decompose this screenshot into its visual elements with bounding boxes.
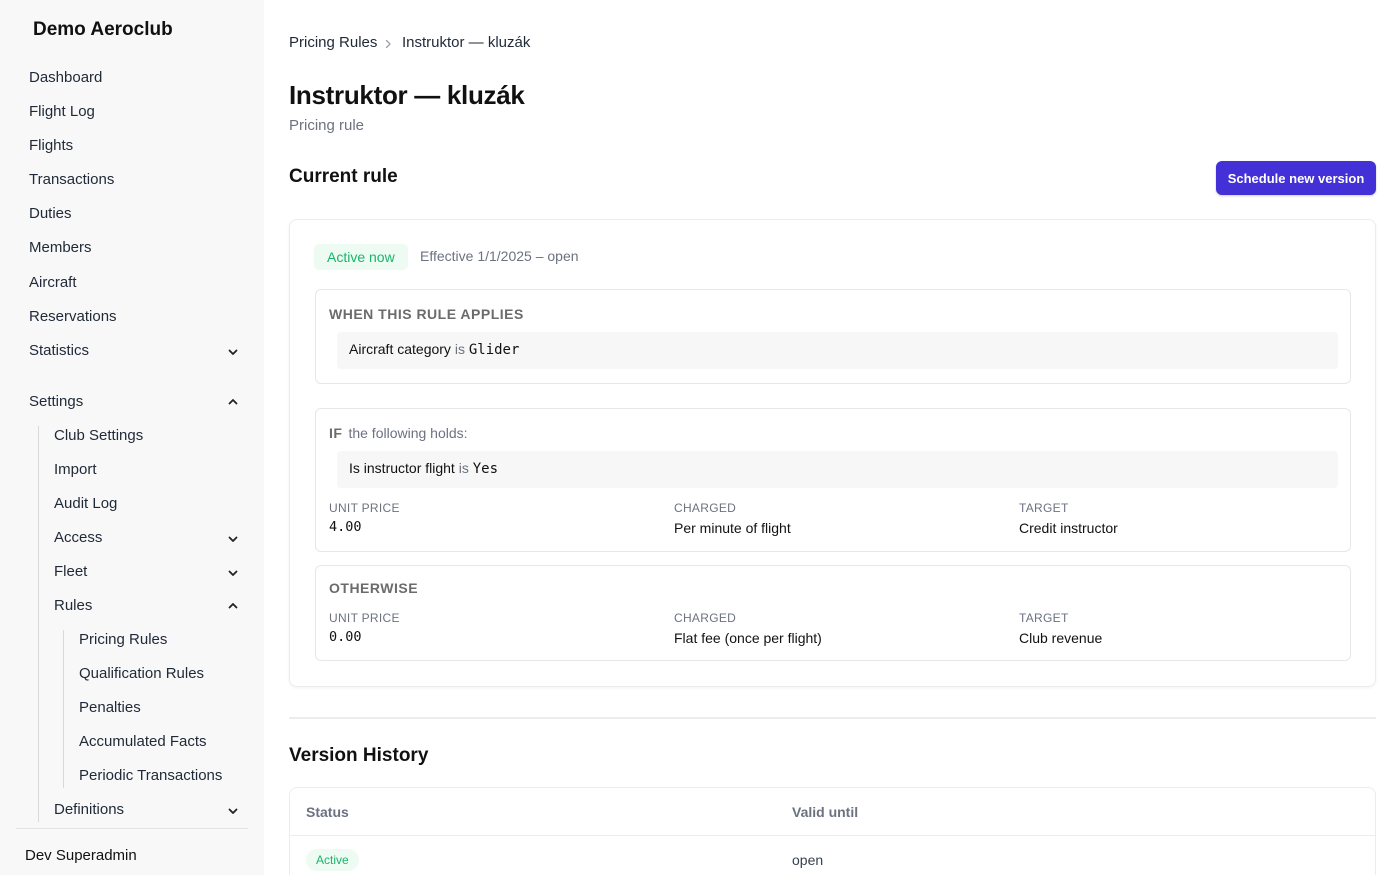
column-header-status[interactable]: Status bbox=[306, 804, 349, 820]
nav-access[interactable]: Access bbox=[54, 526, 102, 550]
chevron-down-icon[interactable] bbox=[226, 345, 240, 359]
nav-fleet[interactable]: Fleet bbox=[54, 560, 87, 584]
nav-qualification-rules[interactable]: Qualification Rules bbox=[79, 662, 204, 686]
breadcrumb-parent[interactable]: Pricing Rules bbox=[289, 33, 377, 53]
nav-accumulated-facts[interactable]: Accumulated Facts bbox=[79, 730, 207, 754]
nav-pricing-rules[interactable]: Pricing Rules bbox=[79, 628, 167, 652]
column-header-valid-until[interactable]: Valid until bbox=[792, 804, 858, 820]
when-label: WHEN THIS RULE APPLIES bbox=[329, 306, 524, 322]
target-label: TARGET bbox=[1019, 501, 1069, 515]
nav-flights[interactable]: Flights bbox=[29, 134, 73, 158]
target-value: Club revenue bbox=[1019, 630, 1103, 646]
condition-row: Is instructor flight is Yes bbox=[337, 451, 1338, 488]
main-content: Pricing Rules Instruktor — kluzák Instru… bbox=[264, 0, 1400, 875]
condition-operator: is bbox=[458, 460, 469, 476]
status-badge: Active bbox=[306, 849, 359, 871]
charged-label: CHARGED bbox=[674, 501, 737, 515]
if-box: IF the following holds: Is instructor fli… bbox=[315, 408, 1351, 552]
page-subtitle: Pricing rule bbox=[289, 117, 365, 134]
page-title: Instruktor — kluzák bbox=[289, 80, 525, 110]
unit-price-value: 0.00 bbox=[329, 629, 362, 645]
chevron-down-icon[interactable] bbox=[226, 532, 240, 546]
charged-label: CHARGED bbox=[674, 611, 737, 625]
version-history-heading: Version History bbox=[289, 745, 429, 766]
sidebar: Demo Aeroclub Dashboard Flight Log Fligh… bbox=[0, 0, 264, 875]
nav-audit-log[interactable]: Audit Log bbox=[54, 492, 117, 516]
tree-guide bbox=[38, 426, 39, 822]
charged-value: Per minute of flight bbox=[674, 520, 791, 536]
condition-value: Yes bbox=[472, 461, 499, 477]
otherwise-label: OTHERWISE bbox=[329, 580, 419, 596]
chevron-down-icon[interactable] bbox=[226, 804, 240, 818]
when-box: WHEN THIS RULE APPLIES Aircraft category… bbox=[315, 289, 1351, 384]
breadcrumb-current: Instruktor — kluzák bbox=[402, 34, 531, 51]
condition-value: Glider bbox=[468, 342, 520, 358]
condition-field: Is instructor flight bbox=[349, 460, 455, 476]
club-name: Demo Aeroclub bbox=[33, 19, 173, 40]
otherwise-box: OTHERWISE UNIT PRICE 0.00 CHARGED Flat f… bbox=[315, 565, 1351, 661]
unit-price-label: UNIT PRICE bbox=[329, 501, 400, 515]
schedule-new-version-button[interactable]: Schedule new version bbox=[1216, 161, 1376, 195]
nav-definitions[interactable]: Definitions bbox=[54, 798, 124, 822]
nav-import[interactable]: Import bbox=[54, 458, 97, 482]
if-keyword: IF bbox=[329, 425, 343, 441]
charged-value: Flat fee (once per flight) bbox=[674, 630, 822, 646]
valid-until-cell: open bbox=[792, 852, 824, 868]
unit-price-label: UNIT PRICE bbox=[329, 611, 400, 625]
nav-flight-log[interactable]: Flight Log bbox=[29, 100, 95, 124]
tree-guide bbox=[63, 630, 64, 788]
effective-range: Effective 1/1/2025 – open bbox=[420, 248, 579, 264]
if-description: the following holds: bbox=[348, 425, 468, 441]
nav-members[interactable]: Members bbox=[29, 236, 92, 260]
nav-aircraft[interactable]: Aircraft bbox=[29, 271, 77, 295]
chevron-down-icon[interactable] bbox=[226, 566, 240, 580]
nav-club-settings[interactable]: Club Settings bbox=[54, 424, 143, 448]
target-label: TARGET bbox=[1019, 611, 1069, 625]
chevron-up-icon[interactable] bbox=[226, 395, 240, 409]
nav-periodic-transactions[interactable]: Periodic Transactions bbox=[79, 764, 222, 788]
nav-statistics[interactable]: Statistics bbox=[29, 339, 89, 363]
header-divider bbox=[290, 835, 1375, 836]
unit-price-value: 4.00 bbox=[329, 519, 362, 535]
user-menu[interactable]: Dev Superadmin bbox=[25, 845, 137, 867]
section-divider bbox=[289, 717, 1376, 719]
current-rule-heading: Current rule bbox=[289, 166, 398, 187]
nav-penalties[interactable]: Penalties bbox=[79, 696, 141, 720]
sidebar-divider bbox=[16, 828, 248, 829]
chevron-up-icon[interactable] bbox=[226, 599, 240, 613]
nav-duties[interactable]: Duties bbox=[29, 202, 72, 226]
condition-row: Aircraft category is Glider bbox=[337, 332, 1338, 369]
current-rule-card: Active now Effective 1/1/2025 – open WHE… bbox=[289, 219, 1376, 687]
condition-operator: is bbox=[454, 341, 465, 357]
nav-reservations[interactable]: Reservations bbox=[29, 305, 117, 329]
version-history-table: Status Valid until Active open bbox=[289, 787, 1376, 875]
condition-field: Aircraft category bbox=[349, 341, 451, 357]
nav-dashboard[interactable]: Dashboard bbox=[29, 66, 102, 90]
nav-settings[interactable]: Settings bbox=[29, 390, 83, 414]
target-value: Credit instructor bbox=[1019, 520, 1118, 536]
nav-rules[interactable]: Rules bbox=[54, 594, 92, 618]
nav-transactions[interactable]: Transactions bbox=[29, 168, 114, 192]
status-badge: Active now bbox=[314, 244, 408, 270]
chevron-right-icon bbox=[382, 37, 394, 49]
